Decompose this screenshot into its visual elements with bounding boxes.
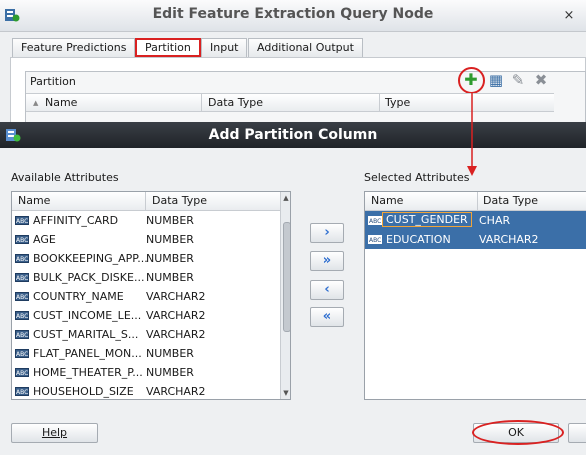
- available-column-name[interactable]: Name: [18, 194, 50, 207]
- selected-attribute-data-type: VARCHAR2: [479, 233, 539, 246]
- available-attribute-data-type: NUMBER: [146, 366, 194, 379]
- column-divider: [379, 93, 380, 112]
- move-left-button[interactable]: ‹: [310, 280, 344, 300]
- available-row[interactable]: ABC HOUSEHOLD_SIZE VARCHAR2: [12, 382, 280, 399]
- column-divider: [145, 192, 146, 211]
- help-button[interactable]: Help: [11, 423, 98, 443]
- available-attribute-name: COUNTRY_NAME: [33, 290, 124, 303]
- available-attribute-name: CUST_MARITAL_S...: [33, 328, 139, 341]
- scroll-thumb[interactable]: [283, 222, 290, 332]
- tab-partition[interactable]: Partition: [135, 38, 201, 57]
- available-attribute-data-type: NUMBER: [146, 271, 194, 284]
- tab-feature-predictions[interactable]: Feature Predictions: [12, 38, 136, 57]
- string-type-icon: ABC: [15, 311, 29, 320]
- selected-attribute-name: CUST_GENDER: [382, 212, 472, 227]
- available-attribute-name: AFFINITY_CARD: [33, 214, 119, 227]
- tab-additional-output[interactable]: Additional Output: [248, 38, 363, 57]
- partition-label: Partition: [30, 75, 76, 88]
- annotation-arrow: [467, 92, 477, 176]
- selected-attribute-data-type: CHAR: [479, 214, 511, 227]
- available-row[interactable]: ABC COUNTRY_NAME VARCHAR2: [12, 287, 280, 306]
- available-attribute-data-type: VARCHAR2: [146, 328, 206, 341]
- available-attribute-name: CUST_INCOME_LE...: [33, 309, 142, 322]
- parent-dialog-title: Edit Feature Extraction Query Node: [152, 6, 434, 22]
- move-right-button[interactable]: ›: [310, 223, 344, 243]
- partition-column-name[interactable]: Name: [45, 96, 77, 109]
- partition-column-type[interactable]: Type: [385, 96, 410, 109]
- available-attribute-data-type: VARCHAR2: [146, 309, 206, 322]
- available-attribute-name: FLAT_PANEL_MON...: [33, 347, 142, 360]
- string-type-icon: ABC: [15, 235, 29, 244]
- string-type-icon: ABC: [15, 349, 29, 358]
- available-attributes-list[interactable]: Name Data Type ABC AFFINITY_CARD NUMBER ABC…: [11, 191, 291, 400]
- available-attributes-label: Available Attributes: [11, 171, 119, 184]
- selected-attributes-label: Selected Attributes: [364, 171, 470, 184]
- available-attribute-name: BOOKKEEPING_APP...: [33, 252, 148, 265]
- selected-column-name[interactable]: Name: [371, 194, 403, 207]
- available-row[interactable]: ABC FLAT_PANEL_MON... NUMBER: [12, 344, 280, 363]
- available-column-data-type[interactable]: Data Type: [152, 194, 207, 207]
- close-icon[interactable]: ×: [561, 8, 577, 24]
- string-type-icon: ABC: [15, 273, 29, 282]
- string-type-icon: ABC: [15, 216, 29, 225]
- available-attribute-data-type: NUMBER: [146, 252, 194, 265]
- ok-highlight-ellipse: [472, 420, 564, 445]
- available-scrollbar[interactable]: ▲ ▼: [280, 192, 290, 399]
- scroll-down-icon[interactable]: ▼: [281, 387, 290, 399]
- tab-input[interactable]: Input: [201, 38, 248, 57]
- string-type-icon: ABC: [15, 368, 29, 377]
- column-divider: [477, 192, 478, 211]
- scroll-up-icon[interactable]: ▲: [281, 192, 290, 204]
- available-row[interactable]: ABC HOME_THEATER_P... NUMBER: [12, 363, 280, 382]
- move-all-right-button[interactable]: »: [310, 251, 344, 271]
- available-attribute-data-type: NUMBER: [146, 347, 194, 360]
- available-row[interactable]: ABC BOOKKEEPING_APP... NUMBER: [12, 249, 280, 268]
- edit-grid-icon[interactable]: ▦: [486, 70, 506, 90]
- partition-column-data-type[interactable]: Data Type: [208, 96, 263, 109]
- selected-attributes-list[interactable]: Name Data Type ABC CUST_GENDER CHAR ABC EDUC…: [364, 191, 586, 400]
- available-attribute-data-type: VARCHAR2: [146, 385, 206, 398]
- string-type-icon: ABC: [368, 235, 382, 244]
- sort-ascending-icon: ▲: [33, 99, 39, 107]
- selected-column-data-type[interactable]: Data Type: [483, 194, 538, 207]
- string-type-icon: ABC: [15, 387, 29, 396]
- available-attribute-data-type: NUMBER: [146, 233, 194, 246]
- string-type-icon: ABC: [15, 254, 29, 263]
- available-attribute-data-type: VARCHAR2: [146, 290, 206, 303]
- delete-icon[interactable]: ✖: [531, 70, 551, 90]
- selected-row[interactable]: ABC EDUCATION VARCHAR2: [365, 230, 586, 249]
- available-row[interactable]: ABC AFFINITY_CARD NUMBER: [12, 211, 280, 230]
- selected-list-header: Name Data Type: [365, 192, 586, 211]
- available-attribute-data-type: NUMBER: [146, 214, 194, 227]
- available-row[interactable]: ABC CUST_MARITAL_S... VARCHAR2: [12, 325, 280, 344]
- help-button-label: Help: [41, 426, 68, 439]
- pencil-icon[interactable]: ✎: [508, 70, 528, 90]
- selected-row[interactable]: ABC CUST_GENDER CHAR: [365, 211, 586, 230]
- add-icon[interactable]: ✚: [461, 70, 481, 90]
- selected-attribute-name: EDUCATION: [386, 233, 451, 246]
- cancel-button-edge[interactable]: [568, 423, 586, 443]
- move-all-left-button[interactable]: «: [310, 307, 344, 327]
- available-list-header: Name Data Type: [12, 192, 280, 211]
- selected-rows: ABC CUST_GENDER CHAR ABC EDUCATION VARCHAR2: [365, 211, 586, 399]
- column-divider: [201, 93, 202, 112]
- available-row[interactable]: ABC AGE NUMBER: [12, 230, 280, 249]
- available-row[interactable]: ABC BULK_PACK_DISKE... NUMBER: [12, 268, 280, 287]
- available-rows: ABC AFFINITY_CARD NUMBER ABC AGE NUMBER ABC BOO…: [12, 211, 280, 399]
- string-type-icon: ABC: [15, 292, 29, 301]
- available-attribute-name: AGE: [33, 233, 56, 246]
- available-attribute-name: HOME_THEATER_P...: [33, 366, 143, 379]
- dialog-title: Add Partition Column: [208, 127, 378, 143]
- string-type-icon: ABC: [15, 330, 29, 339]
- available-row[interactable]: ABC CUST_INCOME_LE... VARCHAR2: [12, 306, 280, 325]
- available-attribute-name: BULK_PACK_DISKE...: [33, 271, 145, 284]
- string-type-icon: ABC: [368, 216, 382, 225]
- available-attribute-name: HOUSEHOLD_SIZE: [33, 385, 134, 398]
